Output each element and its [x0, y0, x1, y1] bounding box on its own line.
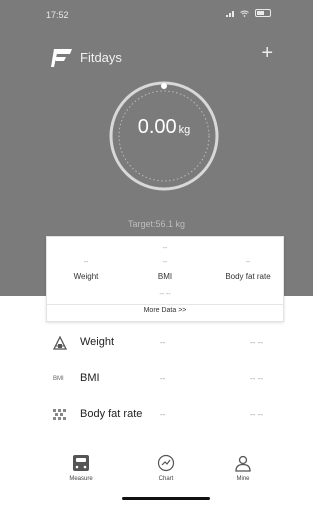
- summary-card: -- -- Weight -- BMI -- Body fat rate -- …: [46, 236, 284, 322]
- tab-label: Measure: [69, 476, 93, 482]
- card-divider: [47, 304, 283, 305]
- row-change: -- --: [250, 410, 263, 419]
- home-indicator: [122, 497, 210, 500]
- row-label: Weight: [80, 336, 115, 348]
- status-icons: [226, 9, 271, 17]
- card-weight-value: --: [83, 259, 89, 266]
- row-value: --: [160, 410, 166, 419]
- status-bar: 17:52: [0, 6, 313, 22]
- tab-chart[interactable]: Chart: [136, 454, 196, 482]
- bmi-bottom-value: -- --: [159, 291, 171, 298]
- tab-mine[interactable]: Mine: [213, 454, 273, 482]
- card-bmi: -- BMI: [140, 259, 190, 281]
- row-value: --: [160, 338, 166, 347]
- card-bmi-value: --: [162, 259, 168, 266]
- gauge-indicator: [161, 83, 167, 89]
- weight-number: 0.00: [137, 116, 177, 138]
- status-time: 17:52: [46, 10, 69, 20]
- tab-label: Chart: [158, 476, 174, 482]
- scale-icon: [73, 455, 89, 471]
- chart-icon: [157, 454, 175, 472]
- user-icon: [235, 455, 251, 472]
- card-weight-label: Weight: [73, 272, 99, 281]
- metric-row-weight[interactable]: Weight -- -- --: [0, 326, 313, 360]
- more-data-link[interactable]: More Data >>: [47, 307, 283, 314]
- fitdays-logo-icon: [51, 49, 72, 67]
- metric-row-bmi[interactable]: BMI BMI -- -- --: [0, 362, 313, 396]
- row-change: -- --: [250, 374, 263, 383]
- card-bodyfat-label: Body fat rate: [225, 272, 271, 281]
- metric-row-bodyfat[interactable]: Body fat rate -- -- --: [0, 398, 313, 432]
- app-title: Fitdays: [80, 50, 122, 65]
- row-value: --: [160, 374, 166, 383]
- tab-bar: Measure Chart Mine: [0, 446, 313, 511]
- weight-scale-icon: [52, 336, 68, 350]
- add-button[interactable]: +: [261, 42, 273, 65]
- battery-icon: [255, 9, 271, 17]
- row-label: Body fat rate: [80, 408, 143, 420]
- row-label: BMI: [80, 372, 100, 384]
- target-weight: Target:56.1 kg: [127, 219, 186, 229]
- tab-label: Mine: [236, 476, 250, 482]
- card-bodyfat-value: --: [245, 259, 251, 266]
- card-bmi-label: BMI: [157, 272, 173, 281]
- weight-value: 0.00 kg: [106, 116, 222, 139]
- card-bodyfat: -- Body fat rate: [215, 259, 281, 281]
- card-weight: -- Weight: [61, 259, 111, 281]
- bmi-top-value: --: [162, 245, 168, 252]
- tab-measure[interactable]: Measure: [51, 454, 111, 482]
- row-change: -- --: [250, 338, 263, 347]
- wifi-icon: [240, 10, 249, 17]
- weight-unit: kg: [178, 124, 191, 136]
- signal-icon: [226, 10, 234, 17]
- bmi-icon: BMI: [53, 376, 64, 382]
- body-fat-icon: [53, 409, 66, 420]
